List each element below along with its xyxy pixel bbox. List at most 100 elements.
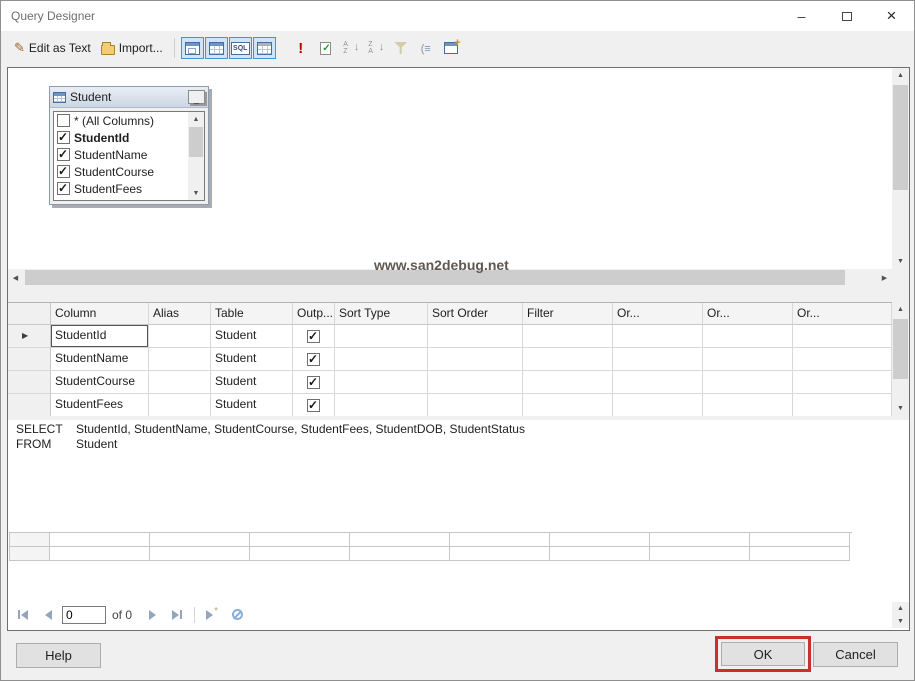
criteria-cell-output[interactable]	[293, 348, 335, 371]
output-checkbox[interactable]	[307, 353, 320, 366]
column-item-studentfees[interactable]: StudentFees	[54, 180, 188, 197]
criteria-cell-sort-order[interactable]	[428, 325, 523, 348]
scroll-right-icon[interactable]: ▶	[877, 269, 892, 286]
scroll-down-icon[interactable]: ▼	[892, 401, 909, 416]
criteria-cell-column[interactable]: StudentCourse	[51, 371, 149, 394]
criteria-cell-sort-order[interactable]	[428, 348, 523, 371]
column-item-studentname[interactable]: StudentName	[54, 146, 188, 163]
criteria-cell-alias[interactable]	[149, 371, 211, 394]
last-record-button[interactable]	[166, 604, 188, 625]
column-checkbox[interactable]	[57, 165, 70, 178]
row-selector[interactable]	[8, 371, 51, 394]
help-button[interactable]: Help	[16, 643, 101, 668]
table-minimize-button[interactable]	[188, 90, 205, 104]
criteria-cell-sort-order[interactable]	[428, 371, 523, 394]
diagram-vertical-scrollbar[interactable]: ▲ ▼	[892, 68, 909, 269]
ok-button[interactable]: OK	[721, 642, 805, 666]
criteria-cell-alias[interactable]	[149, 394, 211, 417]
row-selector[interactable]	[8, 348, 51, 371]
column-checkbox[interactable]	[57, 182, 70, 195]
criteria-cell-output[interactable]	[293, 371, 335, 394]
criteria-cell-column[interactable]: StudentName	[51, 348, 149, 371]
scroll-left-icon[interactable]: ◀	[8, 269, 23, 286]
diagram-pane[interactable]: Student * (All Columns) StudentId	[8, 68, 892, 269]
criteria-vertical-scrollbar[interactable]: ▲ ▼	[892, 302, 909, 416]
criteria-cell-alias[interactable]	[149, 348, 211, 371]
criteria-cell-or[interactable]	[613, 394, 703, 417]
criteria-cell-sort-type[interactable]	[335, 371, 428, 394]
show-criteria-pane-button[interactable]	[205, 37, 228, 59]
column-item-studentcourse[interactable]: StudentCourse	[54, 163, 188, 180]
output-checkbox[interactable]	[307, 399, 320, 412]
criteria-cell-or[interactable]	[613, 325, 703, 348]
show-sql-pane-button[interactable]: SQL	[229, 37, 252, 59]
close-button[interactable]	[869, 1, 914, 31]
scroll-down-icon[interactable]: ▼	[892, 254, 909, 269]
scroll-up-icon[interactable]: ▲	[892, 68, 909, 83]
criteria-cell-output[interactable]	[293, 394, 335, 417]
scroll-down-icon[interactable]: ▼	[892, 615, 909, 628]
import-button[interactable]: Import...	[96, 38, 168, 58]
scrollbar-thumb[interactable]	[893, 85, 908, 190]
criteria-cell-sort-type[interactable]	[335, 348, 428, 371]
output-checkbox[interactable]	[307, 330, 320, 343]
sort-descending-button[interactable]	[364, 37, 388, 59]
scrollbar-thumb[interactable]	[893, 319, 908, 379]
criteria-cell-or[interactable]	[793, 394, 892, 417]
column-list-scrollbar[interactable]: ▲ ▼	[188, 112, 204, 200]
scroll-up-icon[interactable]: ▲	[892, 302, 909, 317]
group-by-button[interactable]	[414, 37, 438, 59]
criteria-cell-output[interactable]	[293, 325, 335, 348]
criteria-cell-table[interactable]: Student	[211, 325, 293, 348]
criteria-cell-table[interactable]: Student	[211, 394, 293, 417]
maximize-button[interactable]	[824, 1, 869, 31]
remove-filter-button[interactable]	[389, 37, 413, 59]
first-record-button[interactable]	[12, 604, 34, 625]
row-selector[interactable]	[8, 325, 51, 348]
sort-ascending-button[interactable]	[339, 37, 363, 59]
criteria-cell-sort-type[interactable]	[335, 394, 428, 417]
new-record-button[interactable]: *	[201, 604, 223, 625]
criteria-cell-or[interactable]	[703, 325, 793, 348]
show-diagram-pane-button[interactable]	[181, 37, 204, 59]
criteria-cell-or[interactable]	[703, 394, 793, 417]
record-position-input[interactable]	[62, 606, 106, 624]
criteria-cell-or[interactable]	[793, 348, 892, 371]
scrollbar-thumb[interactable]	[189, 127, 203, 157]
cancel-button[interactable]: Cancel	[813, 642, 898, 667]
criteria-cell-table[interactable]: Student	[211, 371, 293, 394]
criteria-cell-filter[interactable]	[523, 394, 613, 417]
criteria-cell-or[interactable]	[703, 371, 793, 394]
column-item-studentid[interactable]: StudentId	[54, 129, 188, 146]
column-checkbox[interactable]	[57, 131, 70, 144]
criteria-cell-table[interactable]: Student	[211, 348, 293, 371]
table-window-titlebar[interactable]: Student	[50, 87, 208, 108]
criteria-cell-filter[interactable]	[523, 348, 613, 371]
column-checkbox[interactable]	[57, 114, 70, 127]
scroll-down-icon[interactable]: ▼	[188, 186, 204, 200]
criteria-cell-column[interactable]: StudentId	[51, 325, 149, 348]
criteria-cell-or[interactable]	[793, 325, 892, 348]
criteria-cell-or[interactable]	[613, 348, 703, 371]
scroll-up-icon[interactable]: ▲	[188, 112, 204, 126]
cancel-edit-button[interactable]	[226, 604, 248, 625]
results-vertical-scrollbar[interactable]: ▲ ▼	[892, 602, 909, 628]
next-record-button[interactable]	[141, 604, 163, 625]
column-checkbox[interactable]	[57, 148, 70, 161]
criteria-cell-filter[interactable]	[523, 371, 613, 394]
minimize-button[interactable]	[779, 1, 824, 31]
pane-splitter[interactable]	[8, 286, 909, 302]
row-selector[interactable]	[8, 394, 51, 417]
execute-query-button[interactable]: !	[289, 37, 313, 59]
scroll-up-icon[interactable]: ▲	[892, 602, 909, 615]
results-grid[interactable]	[9, 532, 852, 561]
add-table-button[interactable]	[439, 37, 463, 59]
output-checkbox[interactable]	[307, 376, 320, 389]
verify-sql-button[interactable]	[314, 37, 338, 59]
criteria-cell-column[interactable]: StudentFees	[51, 394, 149, 417]
edit-as-text-button[interactable]: Edit as Text	[9, 37, 96, 59]
criteria-cell-filter[interactable]	[523, 325, 613, 348]
criteria-cell-or[interactable]	[793, 371, 892, 394]
table-window-student[interactable]: Student * (All Columns) StudentId	[49, 86, 209, 205]
criteria-cell-alias[interactable]	[149, 325, 211, 348]
